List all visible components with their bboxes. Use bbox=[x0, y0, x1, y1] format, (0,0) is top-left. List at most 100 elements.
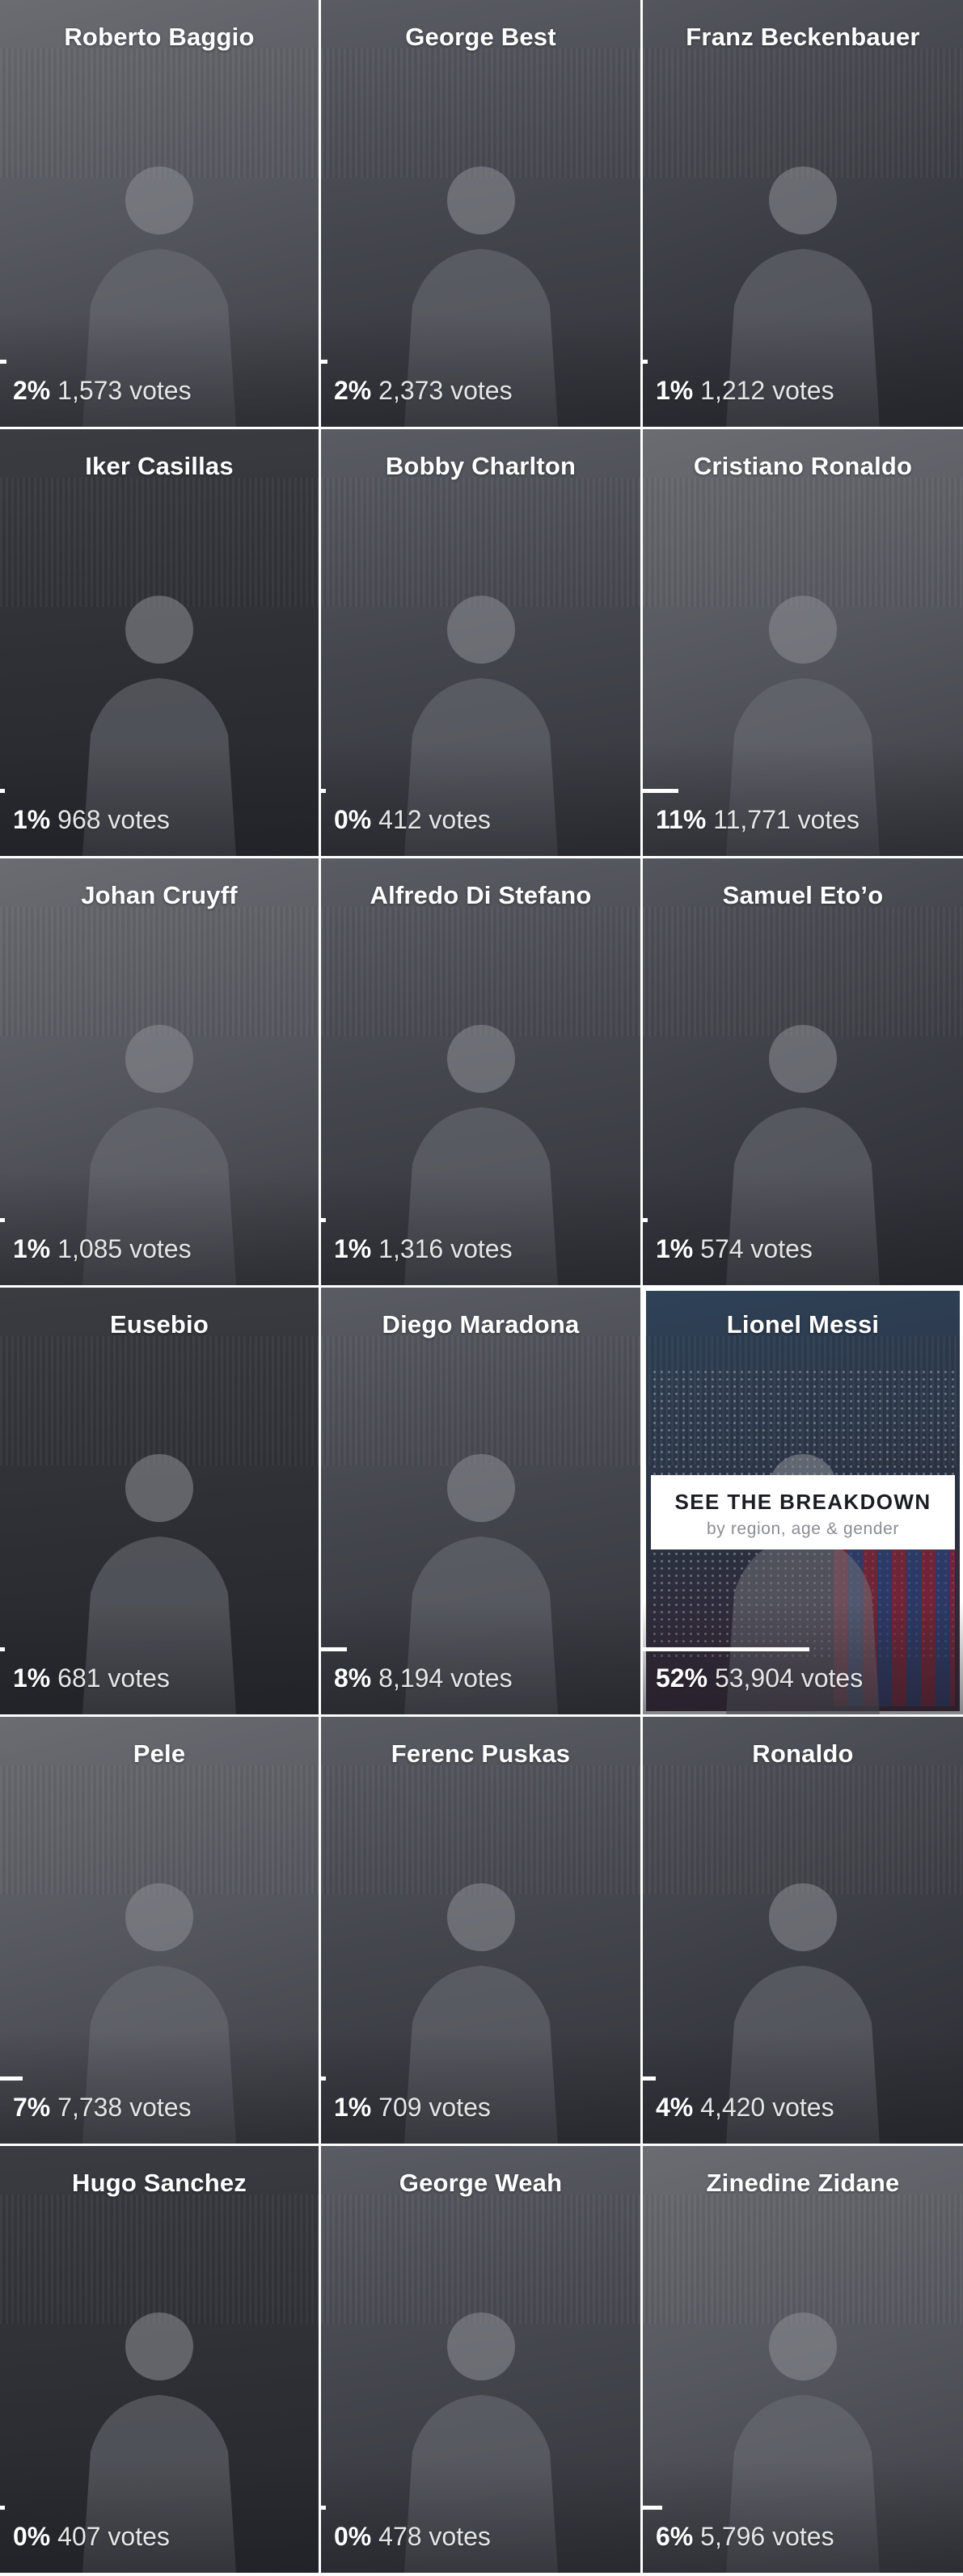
vote-share-fill bbox=[0, 1218, 5, 1222]
vote-count: 5,796 votes bbox=[700, 2522, 834, 2551]
player-name: Diego Maradona bbox=[382, 1310, 580, 1339]
vote-share-bar bbox=[643, 789, 963, 793]
player-tile-johan-cruyff[interactable]: Johan Cruyff 1% 1,085 votes bbox=[0, 858, 319, 1285]
player-name: Cristiano Ronaldo bbox=[693, 452, 913, 480]
vote-stats: 2% 1,573 votes bbox=[13, 376, 192, 406]
vote-count: 412 votes bbox=[378, 805, 491, 834]
vote-share-fill bbox=[321, 2076, 326, 2081]
player-tile-bobby-charlton[interactable]: Bobby Charlton 0% 412 votes bbox=[321, 429, 640, 856]
vote-count: 4,420 votes bbox=[700, 2093, 834, 2122]
vote-share-bar bbox=[0, 2076, 319, 2081]
vote-share-fill bbox=[643, 1647, 809, 1651]
player-tile-samuel-eto-o[interactable]: Samuel Eto’o 1% 574 votes bbox=[643, 858, 963, 1285]
vote-share-fill bbox=[321, 789, 326, 793]
vote-share-fill bbox=[0, 2506, 5, 2510]
vote-percentage: 1% bbox=[334, 2093, 372, 2122]
vote-stats: 7% 7,738 votes bbox=[13, 2093, 192, 2123]
vote-share-bar bbox=[643, 2076, 963, 2081]
player-name: Eusebio bbox=[110, 1310, 209, 1339]
vote-share-fill bbox=[643, 2506, 662, 2510]
vote-count: 8,194 votes bbox=[378, 1663, 513, 1693]
player-tile-iker-casillas[interactable]: Iker Casillas 1% 968 votes bbox=[0, 429, 319, 856]
breakdown-subtitle: by region, age & gender bbox=[707, 1520, 899, 1538]
vote-share-bar bbox=[0, 1647, 319, 1651]
vote-share-bar bbox=[643, 360, 963, 364]
vote-share-bar bbox=[321, 1218, 640, 1222]
vote-percentage: 1% bbox=[334, 1234, 372, 1263]
vote-share-bar bbox=[321, 1647, 640, 1651]
vote-share-fill bbox=[0, 360, 6, 364]
player-tile-lionel-messi[interactable]: Lionel Messi SEE THE BREAKDOWN by region, … bbox=[643, 1288, 963, 1714]
player-name: Alfredo Di Stefano bbox=[370, 881, 592, 909]
vote-stats: 0% 412 votes bbox=[334, 805, 491, 835]
breakdown-title: SEE THE BREAKDOWN bbox=[674, 1490, 931, 1514]
vote-share-fill bbox=[321, 2506, 326, 2510]
vote-count: 1,316 votes bbox=[378, 1234, 513, 1263]
vote-stats: 4% 4,420 votes bbox=[656, 2093, 834, 2123]
vote-share-fill bbox=[643, 360, 648, 364]
vote-stats: 52% 53,904 votes bbox=[656, 1663, 863, 1693]
player-tile-zinedine-zidane[interactable]: Zinedine Zidane 6% 5,796 votes bbox=[643, 2146, 963, 2573]
vote-stats: 0% 407 votes bbox=[13, 2522, 170, 2552]
player-tile-roberto-baggio[interactable]: Roberto Baggio 2% 1,573 votes bbox=[0, 0, 319, 427]
player-tile-diego-maradona[interactable]: Diego Maradona 8% 8,194 votes bbox=[321, 1288, 640, 1714]
see-breakdown-button[interactable]: SEE THE BREAKDOWN by region, age & gender bbox=[651, 1475, 955, 1549]
player-tile-cristiano-ronaldo[interactable]: Cristiano Ronaldo 11% 11,771 votes bbox=[643, 429, 963, 856]
vote-share-bar bbox=[0, 360, 319, 364]
vote-percentage: 2% bbox=[334, 376, 372, 405]
vote-percentage: 1% bbox=[656, 376, 694, 405]
bottom-shade bbox=[0, 2030, 319, 2144]
bottom-shade bbox=[0, 1601, 319, 1714]
vote-stats: 1% 968 votes bbox=[13, 805, 170, 835]
player-tile-ferenc-puskas[interactable]: Ferenc Puskas 1% 709 votes bbox=[321, 1717, 640, 2144]
vote-stats: 11% 11,771 votes bbox=[656, 805, 860, 835]
vote-stats: 1% 1,085 votes bbox=[13, 1234, 192, 1264]
vote-count: 407 votes bbox=[57, 2522, 170, 2551]
vote-percentage: 2% bbox=[13, 376, 51, 405]
vote-percentage: 1% bbox=[13, 1663, 51, 1693]
vote-percentage: 6% bbox=[656, 2522, 694, 2551]
vote-stats: 1% 1,316 votes bbox=[334, 1234, 513, 1264]
vote-count: 478 votes bbox=[378, 2522, 491, 2551]
player-name: Roberto Baggio bbox=[64, 23, 255, 51]
player-tile-george-best[interactable]: George Best 2% 2,373 votes bbox=[321, 0, 640, 427]
player-name: Franz Beckenbauer bbox=[686, 23, 920, 51]
vote-share-fill bbox=[0, 1647, 5, 1651]
bottom-shade bbox=[643, 2460, 963, 2573]
vote-stats: 1% 1,212 votes bbox=[656, 376, 834, 406]
vote-share-fill bbox=[0, 2076, 23, 2081]
player-tile-alfredo-di-stefano[interactable]: Alfredo Di Stefano 1% 1,316 votes bbox=[321, 858, 640, 1285]
player-name: Bobby Charlton bbox=[385, 452, 577, 480]
player-tile-pele[interactable]: Pele 7% 7,738 votes bbox=[0, 1717, 319, 2144]
player-vote-grid: Roberto Baggio 2% 1,573 votes George Best 2… bbox=[0, 0, 963, 2573]
vote-share-bar bbox=[0, 1218, 319, 1222]
vote-stats: 6% 5,796 votes bbox=[656, 2522, 834, 2552]
vote-percentage: 52% bbox=[656, 1663, 708, 1693]
vote-percentage: 0% bbox=[334, 805, 372, 834]
vote-stats: 0% 478 votes bbox=[334, 2522, 491, 2552]
player-tile-eusebio[interactable]: Eusebio 1% 681 votes bbox=[0, 1288, 319, 1714]
player-tile-george-weah[interactable]: George Weah 0% 478 votes bbox=[321, 2146, 640, 2573]
vote-share-bar bbox=[0, 789, 319, 793]
vote-share-fill bbox=[321, 360, 327, 364]
vote-share-bar bbox=[321, 789, 640, 793]
player-tile-ronaldo[interactable]: Ronaldo 4% 4,420 votes bbox=[643, 1717, 963, 2144]
bottom-shade bbox=[0, 1172, 319, 1285]
bottom-shade bbox=[321, 1172, 640, 1285]
vote-stats: 1% 681 votes bbox=[13, 1663, 170, 1693]
player-name: Johan Cruyff bbox=[81, 881, 238, 909]
vote-share-bar bbox=[321, 2076, 640, 2081]
vote-percentage: 11% bbox=[656, 805, 707, 834]
player-name: Samuel Eto’o bbox=[722, 881, 884, 909]
player-tile-hugo-sanchez[interactable]: Hugo Sanchez 0% 407 votes bbox=[0, 2146, 319, 2573]
vote-share-fill bbox=[643, 1218, 648, 1222]
vote-count: 11,771 votes bbox=[713, 805, 860, 834]
vote-share-fill bbox=[0, 789, 5, 793]
player-name: Pele bbox=[133, 1739, 186, 1768]
player-name: Iker Casillas bbox=[85, 452, 234, 480]
bottom-shade bbox=[321, 2030, 640, 2144]
player-name: Zinedine Zidane bbox=[706, 2169, 900, 2197]
player-tile-franz-beckenbauer[interactable]: Franz Beckenbauer 1% 1,212 votes bbox=[643, 0, 963, 427]
vote-percentage: 0% bbox=[13, 2522, 51, 2551]
vote-count: 681 votes bbox=[57, 1663, 170, 1693]
